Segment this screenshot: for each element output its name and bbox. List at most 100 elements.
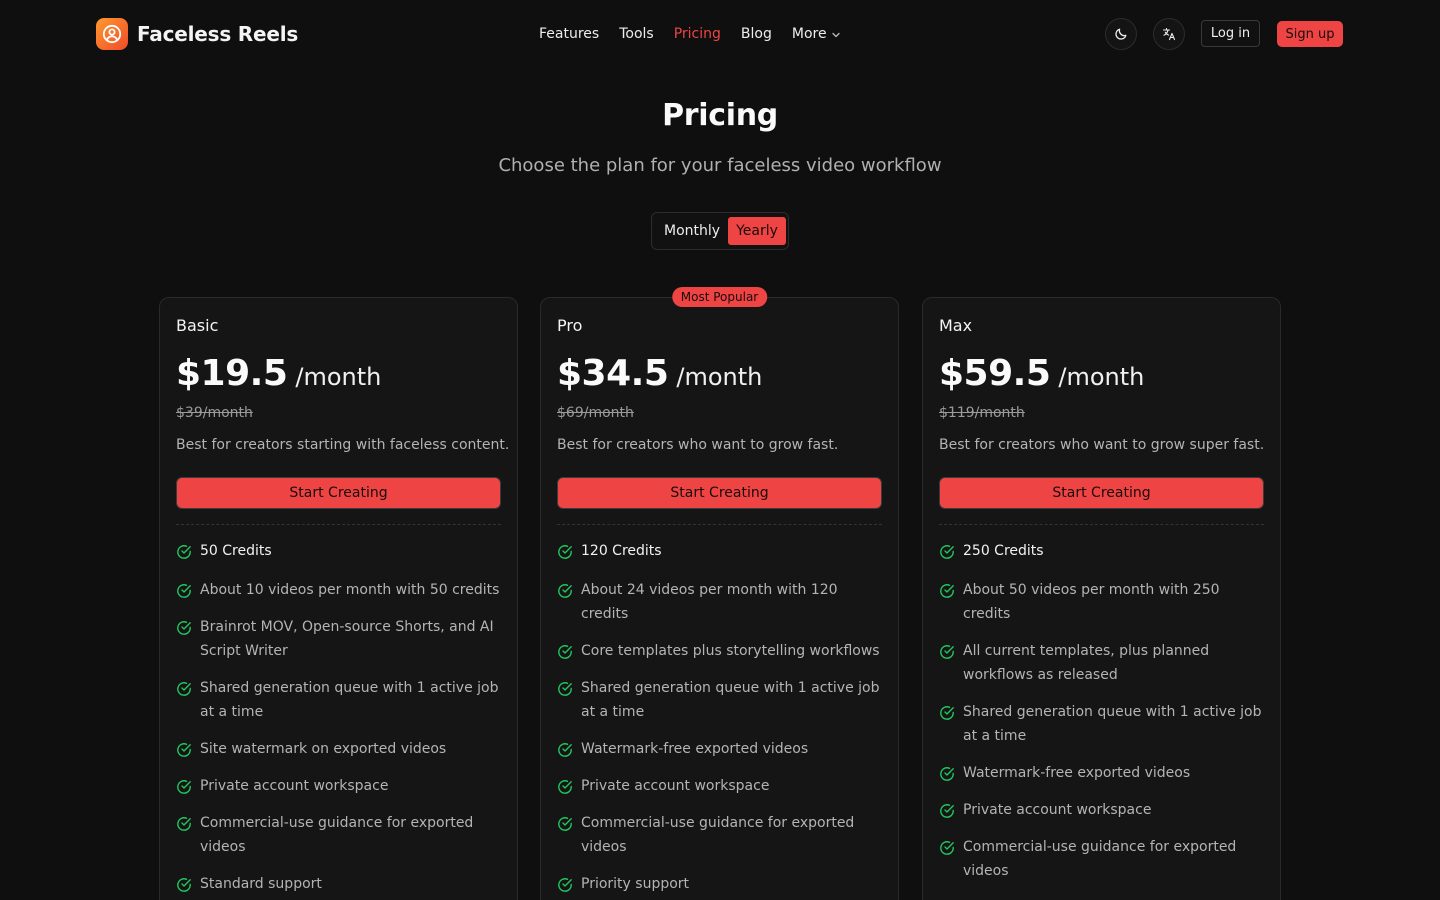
- feature-text: 50 Credits: [200, 543, 272, 559]
- feature-text: All current templates, plus planned work…: [963, 643, 1210, 683]
- billing-monthly-option[interactable]: Monthly: [656, 217, 728, 245]
- plan-price: $19.5: [176, 353, 288, 394]
- feature-item: Standard support: [176, 875, 501, 896]
- nav-pricing[interactable]: Pricing: [674, 26, 721, 42]
- check-circle-icon: [176, 544, 192, 560]
- feature-item: Priority support: [557, 875, 882, 896]
- plan-price: $34.5: [557, 353, 669, 394]
- feature-list: 250 Credits About 50 videos per month wi…: [939, 542, 1264, 900]
- check-circle-icon: [939, 644, 955, 660]
- nav-tools[interactable]: Tools: [619, 26, 654, 42]
- divider: [557, 524, 882, 525]
- check-circle-icon: [176, 877, 192, 893]
- feature-item: About 50 videos per month with 250 credi…: [939, 581, 1264, 626]
- feature-item: Commercial-use guidance for exported vid…: [176, 814, 501, 859]
- feature-item: Commercial-use guidance for exported vid…: [939, 838, 1264, 883]
- chevron-down-icon: [831, 32, 840, 38]
- feature-text: 250 Credits: [963, 543, 1044, 559]
- check-circle-icon: [557, 544, 573, 560]
- plan-description: Best for creators starting with faceless…: [176, 437, 510, 453]
- signup-button[interactable]: Sign up: [1277, 21, 1343, 47]
- main-nav: Features Tools Pricing Blog More: [539, 24, 841, 44]
- check-circle-icon: [557, 816, 573, 832]
- plan-old-price: $69/month: [557, 405, 634, 421]
- feature-text: Core templates plus storytelling workflo…: [581, 643, 880, 659]
- feature-item: 50 Credits: [176, 542, 501, 563]
- feature-item: Watermark-free exported videos: [939, 764, 1264, 785]
- check-circle-icon: [557, 742, 573, 758]
- feature-item: Watermark-free exported videos: [557, 740, 882, 761]
- price-row: $34.5 /month: [557, 353, 762, 394]
- divider: [939, 524, 1264, 525]
- check-circle-icon: [557, 877, 573, 893]
- feature-item: 250 Credits: [939, 542, 1264, 563]
- price-row: $59.5 /month: [939, 353, 1144, 394]
- check-circle-icon: [939, 583, 955, 599]
- feature-text: Private account workspace: [200, 778, 389, 794]
- feature-item: Private account workspace: [939, 801, 1264, 822]
- feature-text: Shared generation queue with 1 active jo…: [200, 680, 499, 720]
- feature-item: All current templates, plus planned work…: [939, 642, 1264, 687]
- check-circle-icon: [557, 644, 573, 660]
- start-creating-button[interactable]: Start Creating: [939, 477, 1264, 509]
- plan-card-max: Max $59.5 /month $119/month Best for crea…: [922, 297, 1281, 900]
- nav-more[interactable]: More: [792, 26, 841, 42]
- feature-item: Private account workspace: [176, 777, 501, 798]
- check-circle-icon: [176, 779, 192, 795]
- plan-description: Best for creators who want to grow fast.: [557, 437, 839, 453]
- logo-icon: [96, 18, 128, 50]
- nav-features[interactable]: Features: [539, 26, 599, 42]
- feature-list: 50 Credits About 10 videos per month wit…: [176, 542, 501, 900]
- feature-item: Private account workspace: [557, 777, 882, 798]
- plan-old-price: $39/month: [176, 405, 253, 421]
- check-circle-icon: [939, 766, 955, 782]
- feature-item: About 24 videos per month with 120 credi…: [557, 581, 882, 626]
- check-circle-icon: [939, 803, 955, 819]
- language-button[interactable]: [1153, 18, 1185, 50]
- feature-item: 120 Credits: [557, 542, 882, 563]
- brand-link[interactable]: Faceless Reels: [96, 18, 298, 50]
- feature-text: Watermark-free exported videos: [581, 741, 809, 757]
- plan-name: Pro: [557, 316, 583, 335]
- plan-name: Basic: [176, 316, 219, 335]
- page-title: Pricing: [662, 98, 778, 133]
- check-circle-icon: [939, 544, 955, 560]
- divider: [176, 524, 501, 525]
- feature-text: Priority support: [581, 876, 690, 892]
- check-circle-icon: [176, 742, 192, 758]
- check-circle-icon: [939, 840, 955, 856]
- feature-item: Brainrot MOV, Open-source Shorts, and AI…: [176, 618, 501, 663]
- feature-text: Priority support: [963, 896, 1071, 900]
- plan-period: /month: [1058, 363, 1145, 391]
- feature-text: About 50 videos per month with 250 credi…: [963, 582, 1220, 622]
- login-button[interactable]: Log in: [1201, 20, 1260, 47]
- nav-blog[interactable]: Blog: [741, 26, 772, 42]
- start-creating-button[interactable]: Start Creating: [557, 477, 882, 509]
- feature-item: Shared generation queue with 1 active jo…: [557, 679, 882, 724]
- feature-text: About 10 videos per month with 50 credit…: [200, 582, 500, 598]
- feature-item: Core templates plus storytelling workflo…: [557, 642, 882, 663]
- feature-text: Commercial-use guidance for exported vid…: [963, 839, 1237, 879]
- start-creating-button[interactable]: Start Creating: [176, 477, 501, 509]
- feature-text: Site watermark on exported videos: [200, 741, 447, 757]
- check-circle-icon: [939, 705, 955, 721]
- translate-icon: [1162, 27, 1176, 41]
- feature-text: 120 Credits: [581, 543, 662, 559]
- feature-text: Commercial-use guidance for exported vid…: [581, 815, 855, 855]
- feature-text: Standard support: [200, 876, 322, 892]
- theme-toggle-button[interactable]: [1105, 18, 1137, 50]
- check-circle-icon: [176, 620, 192, 636]
- check-circle-icon: [176, 681, 192, 697]
- feature-item: Site watermark on exported videos: [176, 740, 501, 761]
- check-circle-icon: [557, 779, 573, 795]
- feature-item: About 10 videos per month with 50 credit…: [176, 581, 501, 602]
- feature-text: Private account workspace: [581, 778, 770, 794]
- plan-old-price: $119/month: [939, 405, 1025, 421]
- check-circle-icon: [176, 816, 192, 832]
- plan-card-pro: Most Popular Pro $34.5 /month $69/month Be…: [540, 287, 899, 900]
- feature-item: Shared generation queue with 1 active jo…: [176, 679, 501, 724]
- check-circle-icon: [176, 583, 192, 599]
- feature-list: 120 Credits About 24 videos per month wi…: [557, 542, 882, 900]
- brand-name: Faceless Reels: [137, 22, 299, 46]
- billing-yearly-option[interactable]: Yearly: [728, 217, 786, 245]
